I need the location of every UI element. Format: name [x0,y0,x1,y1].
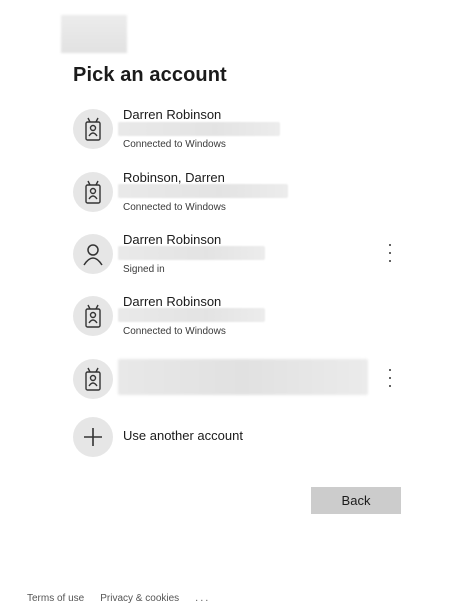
account-email-redacted [118,122,280,136]
account-tile-1[interactable]: Darren Robinson Connected to Windows [73,107,413,159]
more-options-icon[interactable] [383,242,397,264]
badge-icon [85,367,101,391]
account-email-redacted [118,308,265,322]
account-avatar [73,359,113,399]
account-avatar [73,296,113,336]
account-name: Darren Robinson [123,232,222,247]
account-status: Connected to Windows [123,139,226,150]
account-email-redacted [118,184,288,198]
account-status: Connected to Windows [123,326,226,337]
account-status: Signed in [123,264,165,275]
account-avatar [73,234,113,274]
use-another-account-button[interactable]: Use another account [73,415,413,467]
account-name: Darren Robinson [123,294,222,309]
footer: Terms of use Privacy & cookies ... [27,592,210,604]
account-email-redacted [118,246,265,260]
account-tile-3[interactable]: Darren Robinson Signed in [73,232,413,284]
account-avatar [73,109,113,149]
page-title: Pick an account [73,64,227,86]
privacy-cookies-link[interactable]: Privacy & cookies [100,593,179,604]
badge-icon [85,304,101,328]
account-tile-5[interactable] [73,357,413,409]
terms-of-use-link[interactable]: Terms of use [27,593,84,604]
add-account-avatar [73,417,113,457]
badge-icon [85,180,101,204]
plus-icon [84,428,102,446]
account-name: Darren Robinson [123,107,222,122]
account-tile-2[interactable]: Robinson, Darren Connected to Windows [73,170,413,222]
person-icon [83,244,103,266]
use-another-account-label: Use another account [123,428,243,443]
footer-more-icon[interactable]: ... [195,592,210,604]
more-options-icon[interactable] [383,367,397,389]
account-details-redacted [118,359,368,395]
account-avatar [73,172,113,212]
account-tile-4[interactable]: Darren Robinson Connected to Windows [73,294,413,346]
organization-logo [61,15,127,53]
account-status: Connected to Windows [123,202,226,213]
badge-icon [85,117,101,141]
account-name: Robinson, Darren [123,170,225,185]
back-button[interactable]: Back [311,487,401,514]
